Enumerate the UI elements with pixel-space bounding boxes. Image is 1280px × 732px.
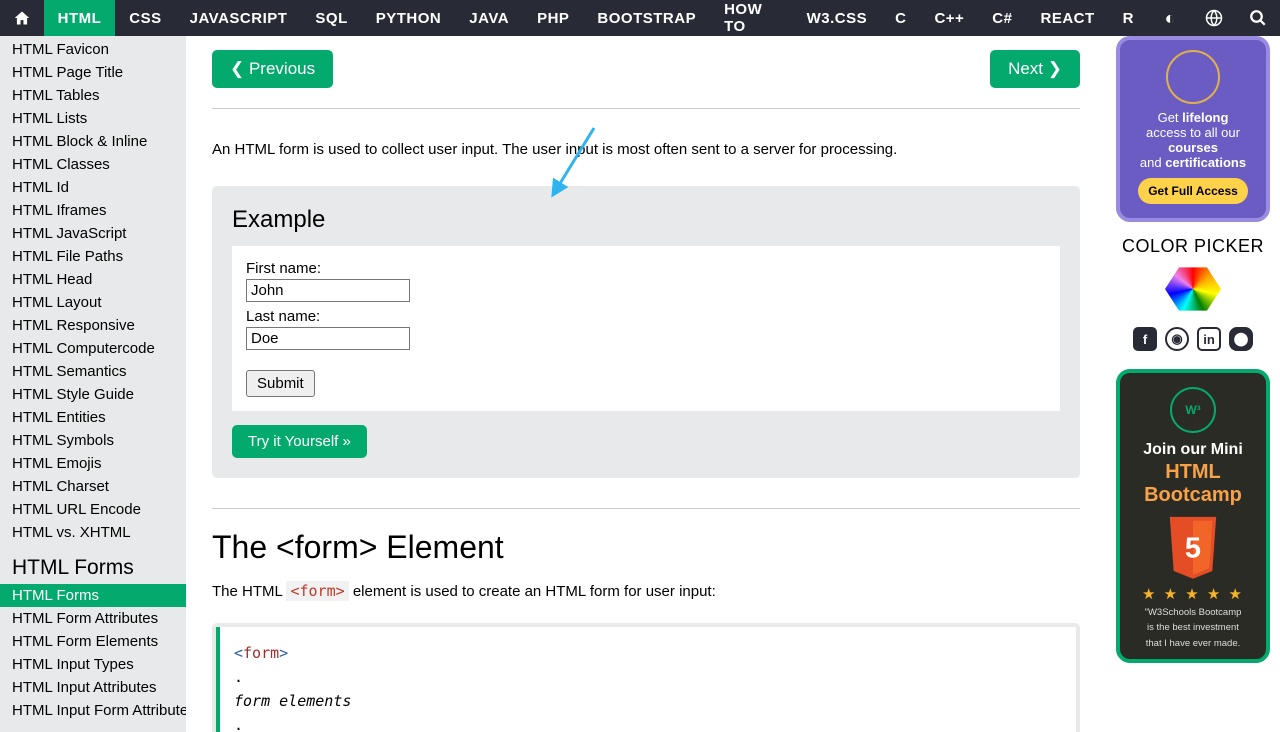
- main-content: ❮ Previous Next ❯ An HTML form is used t…: [186, 36, 1106, 732]
- discord-icon[interactable]: ⬤: [1229, 327, 1253, 351]
- sidebar-item[interactable]: HTML Charset: [0, 475, 186, 498]
- w3-logo-icon: W³: [1170, 387, 1216, 433]
- sidebar-item[interactable]: HTML Head: [0, 268, 186, 291]
- promo-bootcamp[interactable]: W³ Join our Mini HTML Bootcamp 5 ★ ★ ★ ★…: [1116, 369, 1270, 663]
- intro-text: An HTML form is used to collect user inp…: [212, 108, 1080, 162]
- sidebar-item[interactable]: HTML Input Attributes: [0, 676, 186, 699]
- next-button[interactable]: Next ❯: [990, 50, 1080, 88]
- sidebar-item[interactable]: HTML Id: [0, 176, 186, 199]
- svg-text:5: 5: [1185, 533, 1201, 565]
- example-box: Example First name: Last name: Submit Tr…: [212, 186, 1080, 478]
- sidebar-item[interactable]: HTML Layout: [0, 291, 186, 314]
- sidebar-item[interactable]: HTML Style Guide: [0, 383, 186, 406]
- nav-howto[interactable]: HOW TO: [710, 0, 793, 36]
- nav-python[interactable]: PYTHON: [362, 0, 456, 36]
- lastname-label: Last name:: [246, 308, 1046, 325]
- html5-shield-icon: 5: [1164, 515, 1222, 581]
- sidebar-item[interactable]: HTML vs. XHTML: [0, 521, 186, 544]
- right-column: Get lifelong access to all our courses a…: [1106, 36, 1280, 732]
- sidebar-item[interactable]: HTML Responsive: [0, 314, 186, 337]
- sidebar-item[interactable]: HTML Favicon: [0, 38, 186, 61]
- sidebar-item[interactable]: HTML JavaScript: [0, 222, 186, 245]
- firstname-label: First name:: [246, 260, 1046, 277]
- code-box: <form> . form elements . </form>: [212, 623, 1080, 732]
- sidebar-item[interactable]: HTML Form Attributes: [0, 607, 186, 630]
- sidebar-item[interactable]: HTML Computercode: [0, 337, 186, 360]
- sidebar-item[interactable]: HTML Input Form Attributes: [0, 699, 186, 722]
- sidebar-item[interactable]: HTML URL Encode: [0, 498, 186, 521]
- globe-icon[interactable]: [1192, 0, 1236, 36]
- sidebar-item[interactable]: HTML Page Title: [0, 61, 186, 84]
- search-icon[interactable]: [1236, 0, 1280, 36]
- instagram-icon[interactable]: ◉: [1165, 327, 1189, 351]
- sidebar-item[interactable]: HTML Lists: [0, 107, 186, 130]
- nav-css[interactable]: CSS: [115, 0, 175, 36]
- sidebar-item[interactable]: HTML Symbols: [0, 429, 186, 452]
- get-access-button[interactable]: Get Full Access: [1138, 178, 1248, 204]
- example-title: Example: [232, 206, 1060, 234]
- nav-r[interactable]: R: [1109, 0, 1148, 36]
- sidebar-item[interactable]: HTML File Paths: [0, 245, 186, 268]
- code-inline: <form>: [286, 581, 348, 601]
- sidebar-heading-graphics: HTML Graphics: [0, 722, 186, 732]
- linkedin-icon[interactable]: in: [1197, 327, 1221, 351]
- theme-icon[interactable]: ◐: [1148, 0, 1192, 36]
- sidebar: HTML FaviconHTML Page TitleHTML TablesHT…: [0, 36, 186, 732]
- submit-button[interactable]: Submit: [246, 370, 315, 397]
- sidebar-item[interactable]: HTML Block & Inline: [0, 130, 186, 153]
- social-icons: f ◉ in ⬤: [1116, 327, 1270, 351]
- try-it-button[interactable]: Try it Yourself »: [232, 425, 367, 458]
- top-nav: HTMLCSSJAVASCRIPTSQLPYTHONJAVAPHPBOOTSTR…: [0, 0, 1280, 36]
- example-form: First name: Last name: Submit: [232, 246, 1060, 411]
- nav-bootstrap[interactable]: BOOTSTRAP: [583, 0, 710, 36]
- sidebar-item[interactable]: HTML Input Types: [0, 653, 186, 676]
- sidebar-item[interactable]: HTML Emojis: [0, 452, 186, 475]
- color-picker-title: COLOR PICKER: [1116, 236, 1270, 257]
- firstname-input[interactable]: [246, 279, 410, 302]
- color-picker-icon[interactable]: [1165, 265, 1221, 313]
- nav-c[interactable]: C++: [920, 0, 978, 36]
- lastname-input[interactable]: [246, 327, 410, 350]
- badge-icon: [1166, 50, 1220, 104]
- nav-c[interactable]: C#: [978, 0, 1026, 36]
- nav-php[interactable]: PHP: [523, 0, 583, 36]
- nav-javascript[interactable]: JAVASCRIPT: [176, 0, 302, 36]
- stars-icon: ★ ★ ★ ★ ★: [1128, 585, 1258, 603]
- nav-w3css[interactable]: W3.CSS: [793, 0, 882, 36]
- nav-c[interactable]: C: [881, 0, 920, 36]
- nav-java[interactable]: JAVA: [455, 0, 523, 36]
- nav-html[interactable]: HTML: [44, 0, 116, 36]
- nav-react[interactable]: REACT: [1026, 0, 1108, 36]
- sidebar-item[interactable]: HTML Classes: [0, 153, 186, 176]
- sidebar-item[interactable]: HTML Form Elements: [0, 630, 186, 653]
- sidebar-item[interactable]: HTML Semantics: [0, 360, 186, 383]
- section-heading: The <form> Element: [212, 529, 1080, 566]
- previous-button[interactable]: ❮ Previous: [212, 50, 333, 88]
- sidebar-heading-forms: HTML Forms: [0, 544, 186, 584]
- home-icon[interactable]: [0, 0, 44, 36]
- facebook-icon[interactable]: f: [1133, 327, 1157, 351]
- sidebar-item[interactable]: HTML Forms: [0, 584, 186, 607]
- promo-full-access[interactable]: Get lifelong access to all our courses a…: [1116, 36, 1270, 222]
- sidebar-item[interactable]: HTML Tables: [0, 84, 186, 107]
- sidebar-item[interactable]: HTML Iframes: [0, 199, 186, 222]
- nav-sql[interactable]: SQL: [301, 0, 361, 36]
- sidebar-item[interactable]: HTML Entities: [0, 406, 186, 429]
- section-text: The HTML <form> element is used to creat…: [212, 580, 1080, 604]
